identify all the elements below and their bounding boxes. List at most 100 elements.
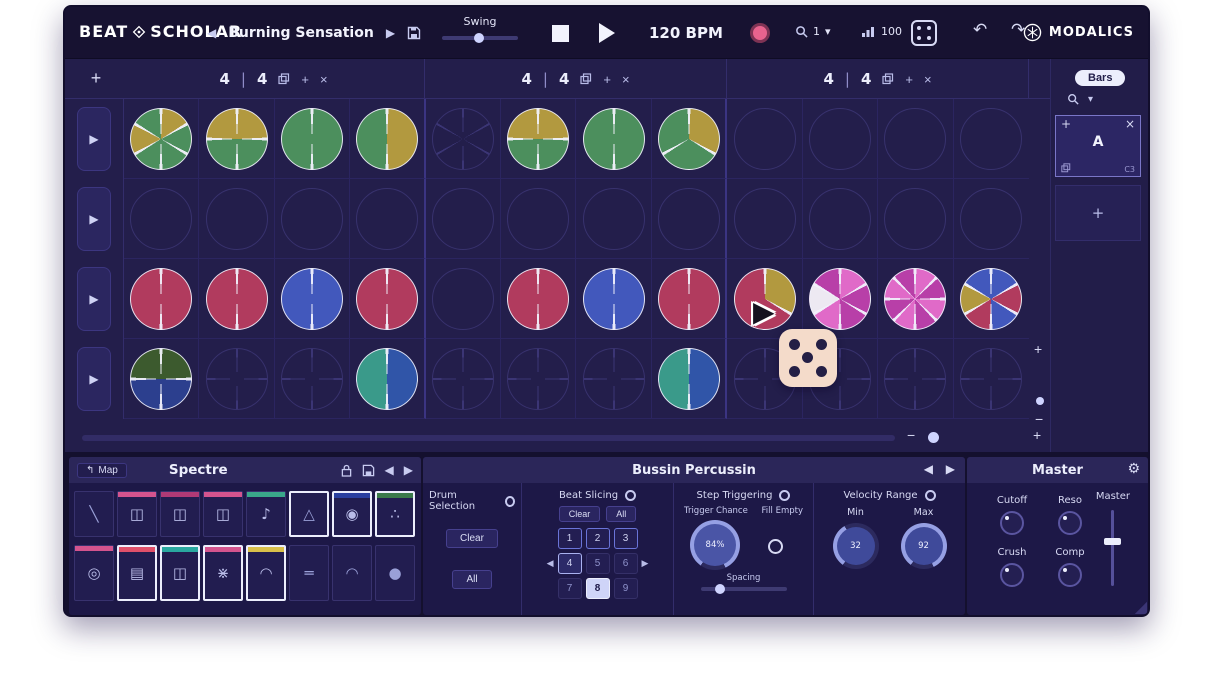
beat-pie[interactable] <box>356 348 418 410</box>
beat-cell-r3-c6[interactable] <box>501 259 576 339</box>
play-button[interactable] <box>599 23 615 43</box>
save-icon[interactable] <box>407 26 421 40</box>
beat-cell-r3-c1[interactable] <box>124 259 199 339</box>
beat-cell-r4-c5[interactable] <box>426 339 501 419</box>
time-sig-denominator[interactable]: 4 <box>257 70 267 88</box>
beat-pie[interactable] <box>356 108 418 170</box>
step-triggering-radio[interactable] <box>779 490 790 501</box>
beat-cell-r2-c6[interactable] <box>501 179 576 259</box>
velocity-range-radio[interactable] <box>925 490 936 501</box>
beat-circle-divided[interactable] <box>583 348 645 410</box>
copy-icon[interactable] <box>1061 163 1071 173</box>
time-sig-numerator[interactable]: 4 <box>521 70 531 88</box>
beat-circle-divided[interactable] <box>960 348 1022 410</box>
zoom-out-button[interactable]: − <box>907 427 915 443</box>
master-slider-handle[interactable] <box>1104 538 1121 545</box>
beat-cell-r2-c8[interactable] <box>652 179 727 259</box>
pad-ride[interactable]: ◠ <box>332 545 372 601</box>
master-slider[interactable] <box>1111 510 1114 586</box>
row-play-button-4[interactable]: ▶ <box>77 347 111 411</box>
beat-cell-r2-c9[interactable] <box>727 179 802 259</box>
slice-number-5[interactable]: 5 <box>586 553 610 574</box>
beat-cell-r1-c7[interactable] <box>576 99 651 179</box>
beat-cell-r2-c1[interactable] <box>124 179 199 259</box>
beat-pie[interactable] <box>658 268 720 330</box>
velocity-max-knob[interactable]: 92 <box>901 523 947 569</box>
slice-number-4[interactable]: 4 <box>558 553 582 574</box>
beat-pie[interactable] <box>658 108 720 170</box>
bars-zoom-control[interactable]: ▾ <box>1067 93 1093 105</box>
beat-circle-empty[interactable] <box>583 188 645 250</box>
beat-circle-empty[interactable] <box>884 108 946 170</box>
row-play-button-1[interactable]: ▶ <box>77 107 111 171</box>
beat-circle-empty[interactable] <box>809 108 871 170</box>
resize-handle[interactable]: ◢ <box>1135 597 1147 615</box>
pattern-slot-a[interactable]: + × A C3 <box>1055 115 1141 177</box>
copy-measure-icon[interactable] <box>278 73 290 85</box>
zoom-slider-handle[interactable] <box>928 432 939 443</box>
beat-cell-r1-c9[interactable] <box>727 99 802 179</box>
beat-cell-r1-c4[interactable] <box>350 99 425 179</box>
beat-cell-r1-c8[interactable] <box>652 99 727 179</box>
stop-button[interactable] <box>552 25 569 42</box>
swing-slider[interactable] <box>442 36 518 40</box>
add-measure-right-button[interactable]: + <box>1034 341 1042 357</box>
beat-cell-r3-c8[interactable] <box>652 259 727 339</box>
slice-number-8[interactable]: 8 <box>586 578 610 599</box>
beat-pie[interactable] <box>281 108 343 170</box>
row-play-button-2[interactable]: ▶ <box>77 187 111 251</box>
delete-measure-button[interactable]: × <box>622 72 630 87</box>
beat-cell-r1-c10[interactable] <box>803 99 878 179</box>
preset-prev-button[interactable]: ◀ <box>207 26 216 40</box>
beat-cell-r4-c4[interactable] <box>350 339 425 419</box>
beat-cell-r1-c1[interactable] <box>124 99 199 179</box>
beat-circle-divided[interactable] <box>884 348 946 410</box>
copy-measure-icon[interactable] <box>580 73 592 85</box>
beat-pie[interactable] <box>356 268 418 330</box>
beat-pie[interactable] <box>658 348 720 410</box>
drum-selection-radio[interactable] <box>505 496 515 507</box>
lock-icon[interactable] <box>341 464 352 477</box>
chevron-down-icon[interactable]: ▾ <box>825 25 831 38</box>
beat-pie[interactable] <box>130 348 192 410</box>
bars-tab[interactable]: Bars <box>1075 70 1125 86</box>
beat-cell-r1-c12[interactable] <box>954 99 1029 179</box>
add-row-button[interactable]: + <box>85 67 107 89</box>
beat-circle-empty[interactable] <box>206 188 268 250</box>
beat-pie[interactable] <box>130 108 192 170</box>
add-measure-button[interactable]: + <box>905 72 913 87</box>
beat-pie[interactable] <box>809 268 871 330</box>
slicing-all-button[interactable]: All <box>606 506 636 522</box>
beat-pie[interactable] <box>884 268 946 330</box>
slice-number-2[interactable]: 2 <box>586 528 610 549</box>
add-pattern-slot[interactable]: + <box>1055 185 1141 241</box>
horizontal-scrollbar[interactable] <box>82 435 895 441</box>
pad-cymbal-stand[interactable]: ╲ <box>74 491 114 537</box>
beat-circle-empty[interactable] <box>960 188 1022 250</box>
comp-knob[interactable] <box>1058 563 1082 587</box>
beat-cell-r3-c5[interactable] <box>426 259 501 339</box>
beat-cell-r3-c11[interactable] <box>878 259 953 339</box>
pad-tom-low[interactable]: ◫ <box>203 491 243 537</box>
beat-circle-empty[interactable] <box>130 188 192 250</box>
randomize-dice-button[interactable] <box>911 20 937 46</box>
beat-circle-empty[interactable] <box>809 188 871 250</box>
beat-cell-r3-c2[interactable] <box>199 259 274 339</box>
spacing-slider-handle[interactable] <box>715 584 725 594</box>
chevron-down-icon[interactable]: ▾ <box>1088 94 1093 105</box>
delete-measure-button[interactable]: × <box>924 72 932 87</box>
pad-tom-mid[interactable]: ◫ <box>160 491 200 537</box>
beat-cell-r4-c2[interactable] <box>199 339 274 419</box>
velocity-min-knob[interactable]: 32 <box>833 523 879 569</box>
beat-pie[interactable] <box>583 108 645 170</box>
kit-prev-button[interactable]: ◀ <box>385 463 394 477</box>
beat-circle-empty[interactable] <box>507 188 569 250</box>
beat-cell-r2-c11[interactable] <box>878 179 953 259</box>
beat-cell-r2-c12[interactable] <box>954 179 1029 259</box>
undo-button[interactable]: ↶ <box>973 20 987 40</box>
gear-icon[interactable]: ⚙ <box>1127 461 1140 477</box>
beat-cell-r1-c3[interactable] <box>275 99 350 179</box>
beat-circle-empty[interactable] <box>734 108 796 170</box>
spacing-slider[interactable] <box>701 587 787 591</box>
crush-knob[interactable] <box>1000 563 1024 587</box>
